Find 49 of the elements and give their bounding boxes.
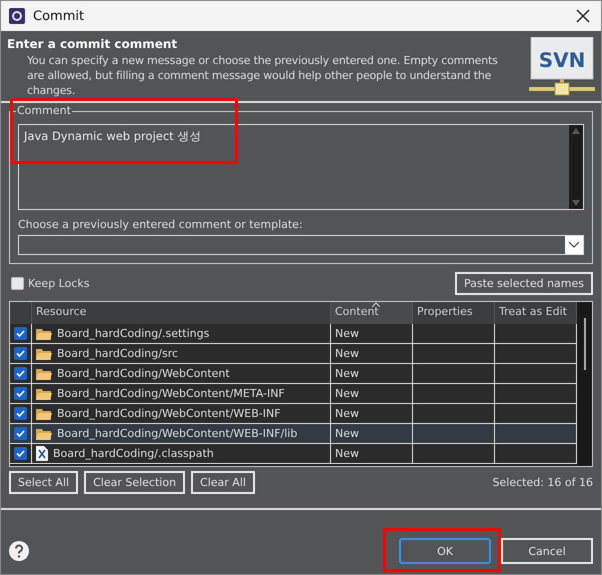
resource-cell: Board_hardCoding/.classpath	[32, 444, 331, 463]
paste-button[interactable]: Paste selected names	[454, 272, 593, 295]
resource-cell: Board_hardCoding/src	[32, 344, 331, 363]
content-cell: New	[331, 444, 413, 463]
dialog-button[interactable]: Cancel	[501, 538, 593, 564]
checkbox[interactable]	[14, 427, 27, 440]
content-cell: New	[331, 344, 413, 363]
template-dropdown[interactable]	[18, 235, 584, 255]
resource-cell: Board_hardCoding/WebContent/WEB-INF/lib	[32, 424, 331, 443]
checkbox[interactable]	[14, 387, 27, 400]
selection-button[interactable]: Clear All	[191, 471, 255, 494]
content-cell: New	[331, 404, 413, 423]
selection-button[interactable]: Clear Selection	[84, 471, 186, 494]
resource-cell: Board_hardCoding/WebContent/META-INF	[32, 384, 331, 403]
checkbox[interactable]	[14, 347, 27, 360]
dialog-button[interactable]: OK	[399, 538, 491, 564]
checkbox[interactable]	[14, 367, 27, 380]
folder-icon	[36, 328, 52, 340]
content-cell: New	[331, 424, 413, 443]
app-icon	[9, 8, 25, 24]
column-header[interactable]: Content	[331, 302, 413, 324]
resource-cell: Board_hardCoding/WebContent	[32, 364, 331, 383]
folder-icon	[36, 408, 52, 420]
template-label: Choose a previously entered comment or template:	[18, 218, 304, 231]
scrollbar[interactable]	[577, 302, 592, 466]
selection-button[interactable]: Select All	[9, 471, 78, 494]
file-icon	[36, 446, 48, 461]
folder-icon	[36, 368, 52, 380]
keep-locks-label: Keep Locks	[28, 277, 90, 290]
folder-icon	[36, 348, 52, 360]
checkbox[interactable]	[14, 327, 27, 340]
help-icon[interactable]	[9, 541, 29, 561]
header-description: You can specify a new message or choose the previously entered one. Empty comments are allowed, but filling a comment message would help other people to understand the changes.	[27, 53, 499, 98]
folder-icon	[36, 428, 52, 440]
content-cell: New	[331, 324, 413, 343]
comment-label: Comment	[16, 104, 72, 117]
resource-cell: Board_hardCoding/.settings	[32, 324, 331, 343]
window-title: Commit	[33, 8, 86, 24]
header-title: Enter a commit comment	[7, 37, 178, 51]
content-cell: New	[331, 364, 413, 383]
checkbox[interactable]	[11, 277, 24, 290]
checkbox[interactable]	[14, 407, 27, 420]
folder-icon	[36, 388, 52, 400]
checkbox[interactable]	[14, 447, 27, 460]
selected-count: Selected: 16 of 16	[492, 476, 593, 489]
content-cell: New	[331, 384, 413, 403]
chevron-down-icon	[569, 242, 579, 248]
resource-cell: Board_hardCoding/WebContent/WEB-INF	[32, 404, 331, 423]
comment-field[interactable]: Java Dynamic web project 생성	[18, 124, 584, 210]
